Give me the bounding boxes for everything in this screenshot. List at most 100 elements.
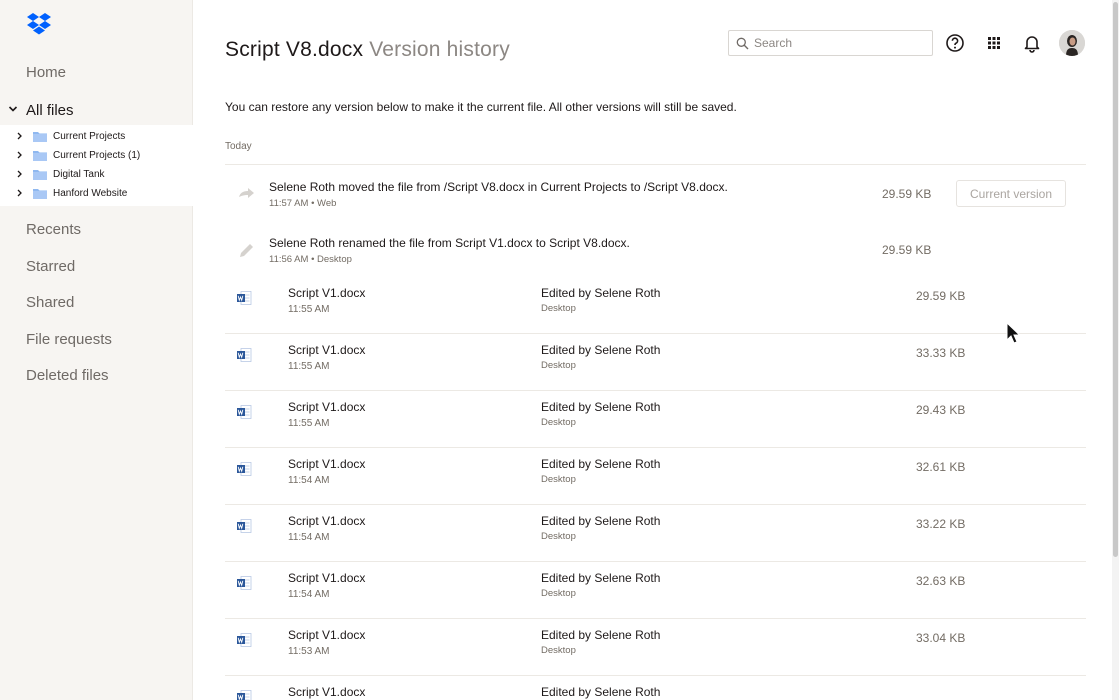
- version-row[interactable]: Script V1.docx 11:54 AM Edited by Selene…: [225, 505, 1086, 562]
- version-editor: Edited by Selene Roth: [541, 343, 661, 357]
- version-file-name[interactable]: Script V1.docx: [288, 400, 365, 414]
- version-device: Desktop: [541, 360, 576, 371]
- mouse-pointer-icon: [1006, 322, 1021, 344]
- folder-icon: [33, 151, 47, 161]
- section-label-today: Today: [225, 141, 252, 152]
- version-row[interactable]: Script V1.docx 11:55 AM Edited by Selene…: [225, 334, 1086, 391]
- version-device: Desktop: [541, 417, 576, 428]
- tree-item-digital-tank[interactable]: Digital Tank: [0, 165, 193, 184]
- version-file-name[interactable]: Script V1.docx: [288, 457, 365, 471]
- event-text: Selene Roth moved the file from /Script …: [269, 180, 728, 194]
- bell-icon[interactable]: [1022, 33, 1042, 53]
- nav-deleted-files[interactable]: Deleted files: [26, 367, 109, 384]
- folder-tree: Current Projects Current Projects (1) Di…: [0, 125, 193, 206]
- word-document-icon[interactable]: [236, 575, 252, 591]
- nav-all-files-label: All files: [26, 102, 74, 119]
- version-row[interactable]: Script V1.docx 11:54 AM Edited by Selene…: [225, 448, 1086, 505]
- version-row[interactable]: Script V1.docx 11:54 AM Edited by Selene…: [225, 562, 1086, 619]
- word-document-icon[interactable]: [236, 632, 252, 648]
- sidebar: Home All files Current Projects Current …: [0, 0, 193, 700]
- scrollbar-thumb[interactable]: [1113, 2, 1118, 557]
- user-avatar-icon: [1059, 30, 1085, 56]
- tree-item-hanford-website[interactable]: Hanford Website: [0, 184, 193, 203]
- version-editor: Edited by Selene Roth: [541, 457, 661, 471]
- chevron-right-icon[interactable]: [16, 189, 23, 197]
- dropbox-logo-icon[interactable]: [26, 12, 52, 36]
- app-grid-icon[interactable]: [984, 33, 1004, 53]
- version-file-name[interactable]: Script V1.docx: [288, 628, 365, 642]
- search-box[interactable]: [728, 30, 933, 56]
- event-meta: 11:56 AM • Desktop: [269, 254, 352, 265]
- tree-item-label: Current Projects (1): [53, 150, 141, 161]
- nav-recents[interactable]: Recents: [26, 221, 81, 238]
- version-file-name[interactable]: Script V1.docx: [288, 286, 365, 300]
- tree-item-current-projects-1[interactable]: Current Projects (1): [0, 146, 193, 165]
- avatar[interactable]: [1059, 30, 1085, 56]
- pencil-icon: [240, 244, 253, 257]
- word-document-icon[interactable]: [236, 461, 252, 477]
- nav-file-requests[interactable]: File requests: [26, 331, 112, 348]
- word-document-icon[interactable]: [236, 404, 252, 420]
- event-row-moved: Selene Roth moved the file from /Script …: [225, 170, 1086, 226]
- word-document-icon[interactable]: [236, 347, 252, 363]
- instruction-text: You can restore any version below to mak…: [225, 100, 737, 114]
- version-file-name[interactable]: Script V1.docx: [288, 514, 365, 528]
- version-time: 11:54 AM: [288, 475, 330, 486]
- version-device: Desktop: [541, 303, 576, 314]
- version-file-name[interactable]: Script V1.docx: [288, 571, 365, 585]
- file-size: 32.61 KB: [916, 460, 966, 474]
- version-row[interactable]: Script V1.docx Edited by Selene Roth: [225, 676, 1086, 700]
- version-time: 11:53 AM: [288, 646, 330, 657]
- event-row-renamed: Selene Roth renamed the file from Script…: [225, 226, 1086, 282]
- nav-home[interactable]: Home: [26, 64, 66, 81]
- file-size: 33.22 KB: [916, 517, 966, 531]
- nav-all-files[interactable]: All files: [0, 100, 193, 122]
- tree-item-current-projects[interactable]: Current Projects: [0, 127, 193, 146]
- word-document-icon[interactable]: [236, 290, 252, 306]
- version-time: 11:55 AM: [288, 361, 330, 372]
- version-editor: Edited by Selene Roth: [541, 571, 661, 585]
- version-time: 11:55 AM: [288, 304, 330, 315]
- file-size: 29.43 KB: [916, 403, 966, 417]
- version-time: 11:54 AM: [288, 532, 330, 543]
- search-icon: [736, 37, 749, 50]
- event-text: Selene Roth renamed the file from Script…: [269, 236, 630, 250]
- file-size: 32.63 KB: [916, 574, 966, 588]
- word-document-icon[interactable]: [236, 689, 252, 700]
- move-arrow-icon: [239, 188, 254, 198]
- version-file-name[interactable]: Script V1.docx: [288, 343, 365, 357]
- version-device: Desktop: [541, 474, 576, 485]
- nav-shared[interactable]: Shared: [26, 294, 74, 311]
- file-size: 33.04 KB: [916, 631, 966, 645]
- chevron-right-icon[interactable]: [16, 170, 23, 178]
- tree-item-label: Current Projects: [53, 131, 126, 142]
- file-size: 29.59 KB: [882, 243, 932, 257]
- tree-item-label: Digital Tank: [53, 169, 105, 180]
- version-time: 11:55 AM: [288, 418, 330, 429]
- help-icon[interactable]: [945, 33, 965, 53]
- version-row[interactable]: Script V1.docx 11:55 AM Edited by Selene…: [225, 391, 1086, 448]
- version-editor: Edited by Selene Roth: [541, 514, 661, 528]
- version-row[interactable]: Script V1.docx 11:53 AM Edited by Selene…: [225, 619, 1086, 676]
- folder-icon: [33, 132, 47, 142]
- chevron-right-icon[interactable]: [16, 132, 23, 140]
- version-device: Desktop: [541, 588, 576, 599]
- chevron-down-icon[interactable]: [8, 104, 18, 114]
- version-editor: Edited by Selene Roth: [541, 286, 661, 300]
- file-name: Script V8.docx: [225, 38, 364, 61]
- current-version-button[interactable]: Current version: [956, 180, 1066, 207]
- version-file-name[interactable]: Script V1.docx: [288, 685, 365, 699]
- version-editor: Edited by Selene Roth: [541, 685, 661, 699]
- search-input[interactable]: [754, 35, 924, 51]
- folder-icon: [33, 189, 47, 199]
- version-row[interactable]: Script V1.docx 11:55 AM Edited by Selene…: [225, 277, 1086, 334]
- scrollbar[interactable]: [1112, 0, 1119, 700]
- folder-icon: [33, 170, 47, 180]
- version-editor: Edited by Selene Roth: [541, 400, 661, 414]
- page-title: Script V8.docx Version history: [225, 38, 510, 62]
- nav-starred[interactable]: Starred: [26, 258, 75, 275]
- file-size: 29.59 KB: [882, 187, 932, 201]
- word-document-icon[interactable]: [236, 518, 252, 534]
- chevron-right-icon[interactable]: [16, 151, 23, 159]
- version-editor: Edited by Selene Roth: [541, 628, 661, 642]
